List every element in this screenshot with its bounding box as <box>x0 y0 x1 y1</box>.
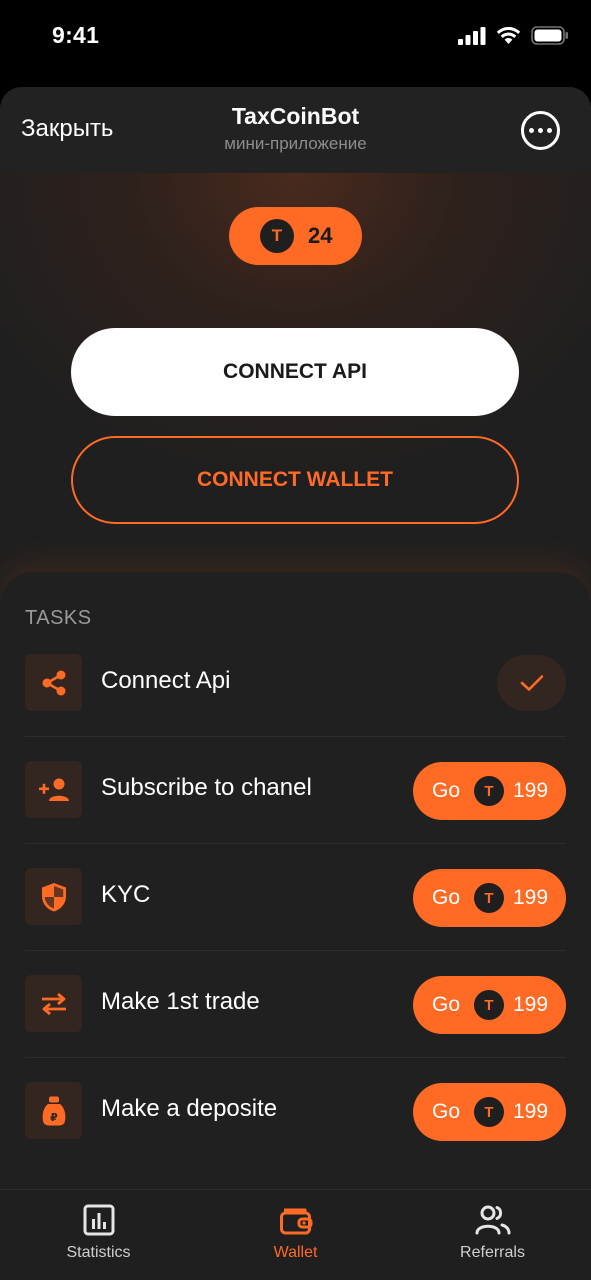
add-person-icon <box>38 778 69 801</box>
nav-item-referrals[interactable]: Referrals <box>394 1190 591 1280</box>
coin-icon: T <box>474 990 504 1020</box>
balance-pill: T 24 <box>229 207 362 265</box>
status-bar: 9:41 <box>0 0 591 86</box>
connect-wallet-button[interactable]: CONNECT WALLET <box>71 436 519 524</box>
status-time: 9:41 <box>52 22 100 48</box>
title-block: TaxCoinBot мини-приложение <box>0 103 591 154</box>
nav-label: Referrals <box>460 1244 525 1261</box>
task-icon-tile <box>25 761 82 818</box>
task-row[interactable]: KYC Go T 199 <box>0 844 591 951</box>
mini-app-sheet: Закрыть TaxCoinBot мини-приложение T 24 … <box>0 87 591 1280</box>
app-title: TaxCoinBot <box>231 103 360 129</box>
nav-label: Wallet <box>273 1244 318 1261</box>
task-row[interactable]: Subscribe to chanel Go T 199 <box>0 737 591 844</box>
svg-text:₽: ₽ <box>50 1111 58 1124</box>
task-go-button[interactable]: Go T 199 <box>413 976 566 1034</box>
task-go-button[interactable]: Go T 199 <box>413 1083 566 1141</box>
task-icon-tile <box>25 975 82 1032</box>
tasks-heading: TASKS <box>25 607 92 629</box>
people-icon <box>475 1205 510 1235</box>
battery-icon <box>531 26 568 45</box>
bottom-nav: Statistics Wallet Referrals <box>0 1189 591 1280</box>
more-dot-icon <box>547 128 552 133</box>
share-icon <box>42 670 65 695</box>
swap-arrows-icon <box>41 992 66 1015</box>
go-label: Go <box>432 886 461 909</box>
money-bag-icon: ₽ <box>42 1096 65 1125</box>
wallet-icon <box>279 1208 312 1235</box>
go-label: Go <box>432 1100 461 1123</box>
task-label: Make a deposite <box>101 1095 278 1122</box>
status-icons <box>458 26 569 45</box>
task-icon-tile <box>25 654 82 711</box>
more-options-button[interactable] <box>521 111 560 150</box>
more-dot-icon <box>529 128 534 133</box>
reward-amount: 199 <box>513 1100 549 1123</box>
more-dot-icon <box>538 128 543 133</box>
reward-amount: 199 <box>513 993 549 1016</box>
go-label: Go <box>432 993 461 1016</box>
task-label: KYC <box>101 881 151 908</box>
coin-icon: T <box>474 1097 504 1127</box>
connect-api-button[interactable]: CONNECT API <box>71 328 519 416</box>
task-row[interactable]: Connect Api <box>0 630 591 737</box>
nav-item-statistics[interactable]: Statistics <box>0 1190 197 1280</box>
coin-icon: T <box>474 776 504 806</box>
coin-icon: T <box>260 219 294 253</box>
task-go-button[interactable]: Go T 199 <box>413 762 566 820</box>
cellular-signal-icon <box>458 26 486 45</box>
task-icon-tile <box>25 868 82 925</box>
task-label: Make 1st trade <box>101 988 260 1015</box>
reward-amount: 199 <box>513 886 549 909</box>
shield-icon <box>41 882 66 911</box>
reward-amount: 199 <box>513 779 549 802</box>
go-label: Go <box>432 779 461 802</box>
task-row[interactable]: ₽ Make a deposite Go T 199 <box>0 1058 591 1165</box>
tasks-card: TASKS Connect Api Subscribe to chanel Go… <box>0 572 591 1280</box>
nav-item-wallet[interactable]: Wallet <box>197 1190 394 1280</box>
task-completed-badge <box>497 655 566 711</box>
wifi-icon <box>496 26 521 44</box>
app-subtitle: мини-приложение <box>224 134 367 153</box>
task-label: Connect Api <box>101 667 231 694</box>
task-icon-tile: ₽ <box>25 1082 82 1139</box>
task-row[interactable]: Make 1st trade Go T 199 <box>0 951 591 1058</box>
chart-icon <box>83 1204 114 1236</box>
header-bar: Закрыть TaxCoinBot мини-приложение <box>0 87 591 173</box>
task-label: Subscribe to chanel <box>101 774 312 801</box>
nav-label: Statistics <box>66 1244 131 1261</box>
coin-icon: T <box>474 883 504 913</box>
checkmark-icon <box>520 675 543 691</box>
task-go-button[interactable]: Go T 199 <box>413 869 566 927</box>
balance-value: 24 <box>308 223 333 248</box>
